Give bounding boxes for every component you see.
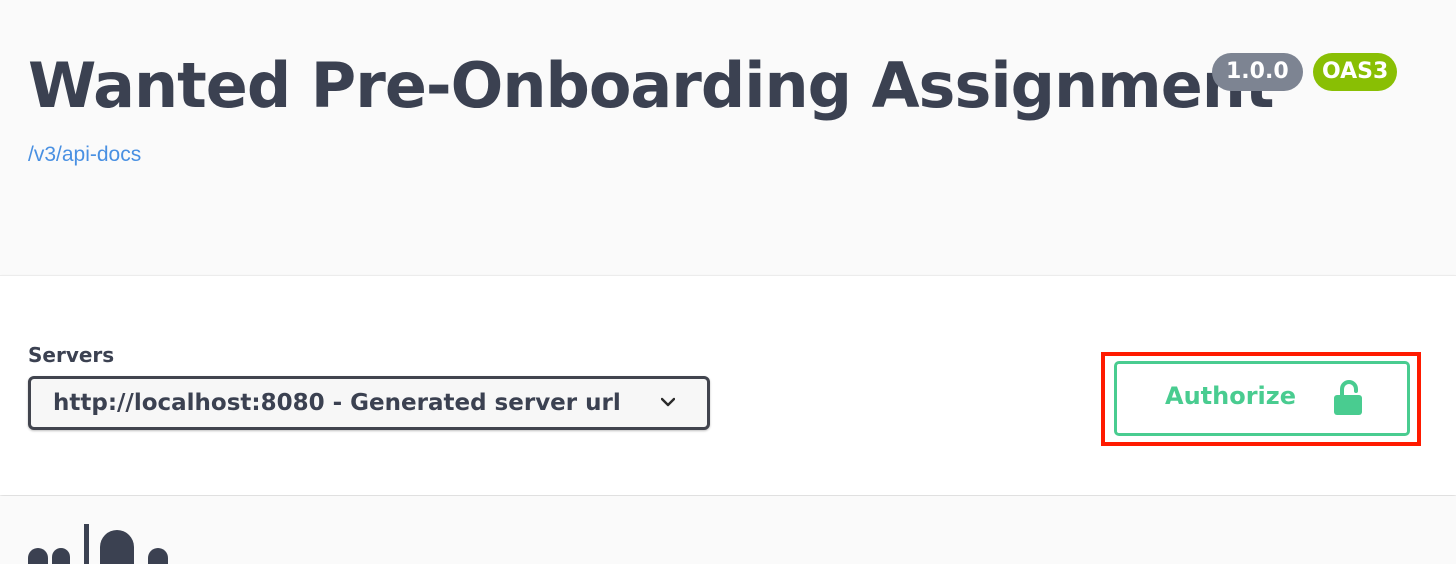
server-select[interactable]: http://localhost:8080 - Generated server… xyxy=(28,376,710,430)
chevron-down-icon xyxy=(661,397,675,407)
title-row: Wanted Pre-Onboarding Assignment xyxy=(28,44,1275,128)
servers-label: Servers xyxy=(28,343,115,367)
scheme-container: Servers http://localhost:8080 - Generate… xyxy=(0,275,1456,495)
server-select-value: http://localhost:8080 - Generated server… xyxy=(53,390,621,416)
api-docs-link[interactable]: /v3/api-docs xyxy=(28,143,141,167)
authorize-label: Authorize xyxy=(1165,382,1297,410)
page-title: Wanted Pre-Onboarding Assignment xyxy=(28,49,1275,122)
oas-badge: OAS3 xyxy=(1313,53,1398,91)
version-badge: 1.0.0 xyxy=(1212,53,1303,91)
partial-section-heading xyxy=(28,524,198,564)
authorize-button[interactable]: Authorize xyxy=(1114,361,1410,436)
operations-section xyxy=(0,496,1456,564)
info-header: Wanted Pre-Onboarding Assignment 1.0.0 O… xyxy=(0,0,1456,275)
unlocked-padlock-icon xyxy=(1334,380,1362,415)
